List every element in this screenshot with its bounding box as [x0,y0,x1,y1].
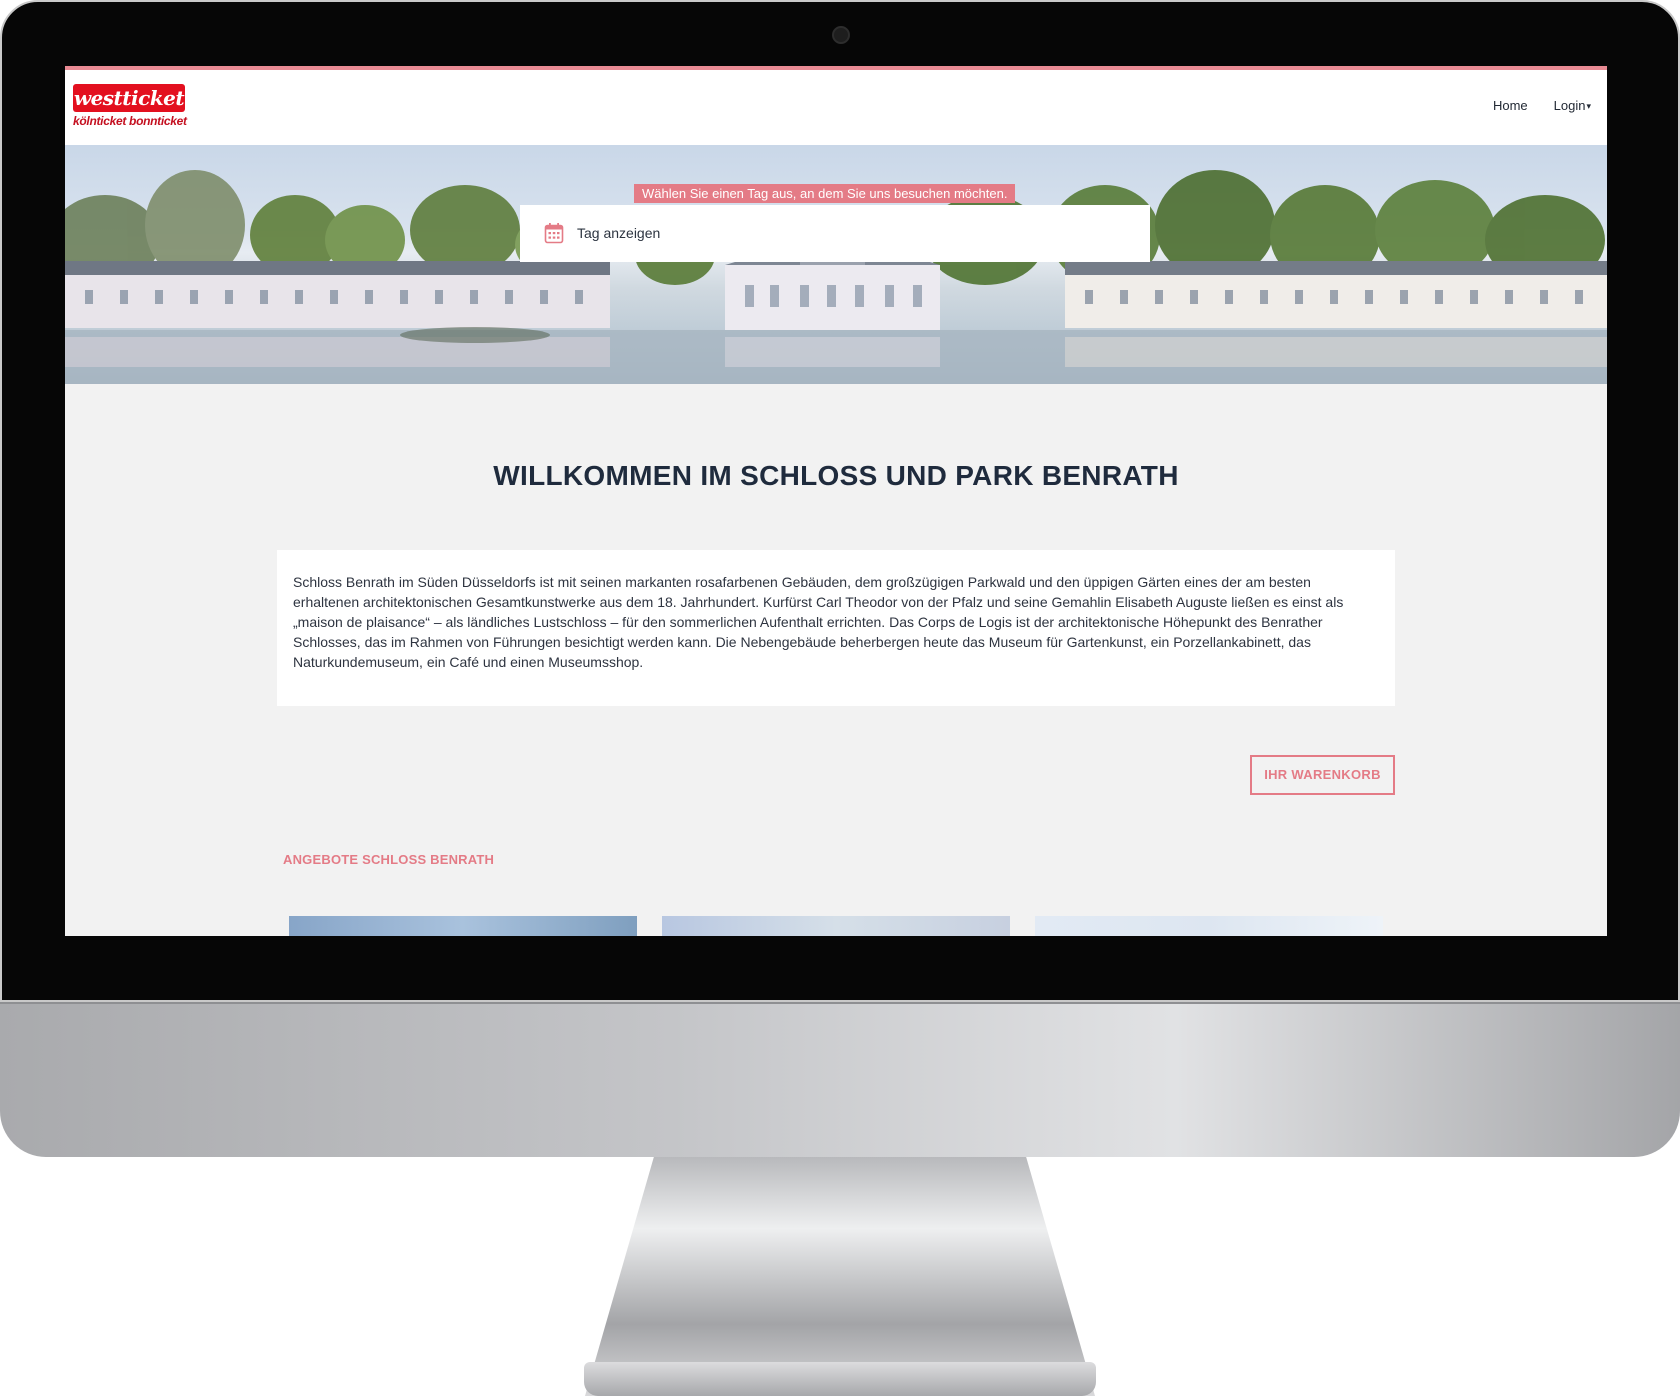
hero-instruction-label: Wählen Sie einen Tag aus, an dem Sie uns… [634,184,1016,203]
offer-card-image[interactable] [289,916,637,936]
westticket-logo[interactable]: westticket kölnticket bonnticket [73,84,187,130]
logo-subbrands: kölnticket bonnticket [73,114,187,128]
nav-links: Home Login▾ [1493,98,1591,113]
navbar: westticket kölnticket bonnticket Home Lo… [65,70,1607,145]
monitor-stand-base [584,1362,1096,1396]
camera-icon [832,26,850,44]
nav-login-label: Login [1553,98,1586,113]
offers-heading: ANGEBOTE SCHLOSS BENRATH [283,852,495,867]
caret-down-icon: ▾ [1586,101,1591,111]
date-picker-field[interactable]: Tag anzeigen [520,205,1150,262]
cart-button[interactable]: IHR WARENKORB [1250,755,1395,795]
intro-card: Schloss Benrath im Süden Düsseldorfs ist… [277,550,1395,706]
logo-brand: westticket [73,84,185,112]
hero-banner: Wählen Sie einen Tag aus, an dem Sie uns… [65,145,1607,384]
offer-card-image[interactable] [662,916,1010,936]
monitor-chin [0,1002,1680,1157]
date-picker-placeholder: Tag anzeigen [577,225,661,241]
nav-login-dropdown[interactable]: Login▾ [1554,98,1591,113]
castle-panorama-image [65,170,1607,384]
intro-text: Schloss Benrath im Süden Düsseldorfs ist… [293,574,1344,670]
page-title: WILLKOMMEN IM SCHLOSS UND PARK BENRATH [493,460,1179,491]
calendar-icon [544,223,564,244]
nav-home-link[interactable]: Home [1493,98,1528,113]
monitor-stand [585,1157,1095,1396]
offer-card-image[interactable] [1035,916,1383,936]
browser-viewport: westticket kölnticket bonnticket Home Lo… [65,66,1607,936]
